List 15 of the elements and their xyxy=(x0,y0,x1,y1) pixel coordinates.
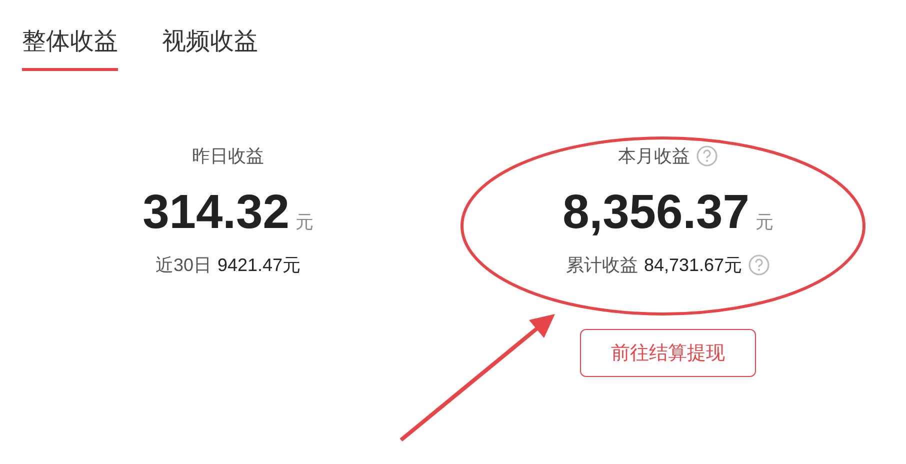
amount-value: 8,356.37 xyxy=(562,185,750,241)
amount-value: 314.32 xyxy=(142,185,290,241)
stat-label: 本月收益 xyxy=(618,145,690,168)
sub-label: 累计收益 xyxy=(566,254,638,277)
sub-value: 9421.47元 xyxy=(217,254,301,277)
tab[interactable]: 视频收益 xyxy=(162,24,258,71)
currency-unit: 元 xyxy=(755,211,774,234)
withdraw-button[interactable]: 前往结算提现 xyxy=(580,329,756,377)
help-icon[interactable] xyxy=(748,254,770,276)
tab[interactable]: 整体收益 xyxy=(22,24,118,71)
sub-value: 84,731.67元 xyxy=(644,254,742,277)
currency-unit: 元 xyxy=(295,211,314,234)
stat-label: 昨日收益 xyxy=(192,145,264,168)
help-icon[interactable] xyxy=(696,145,718,167)
sub-label: 近30日 xyxy=(155,254,212,277)
